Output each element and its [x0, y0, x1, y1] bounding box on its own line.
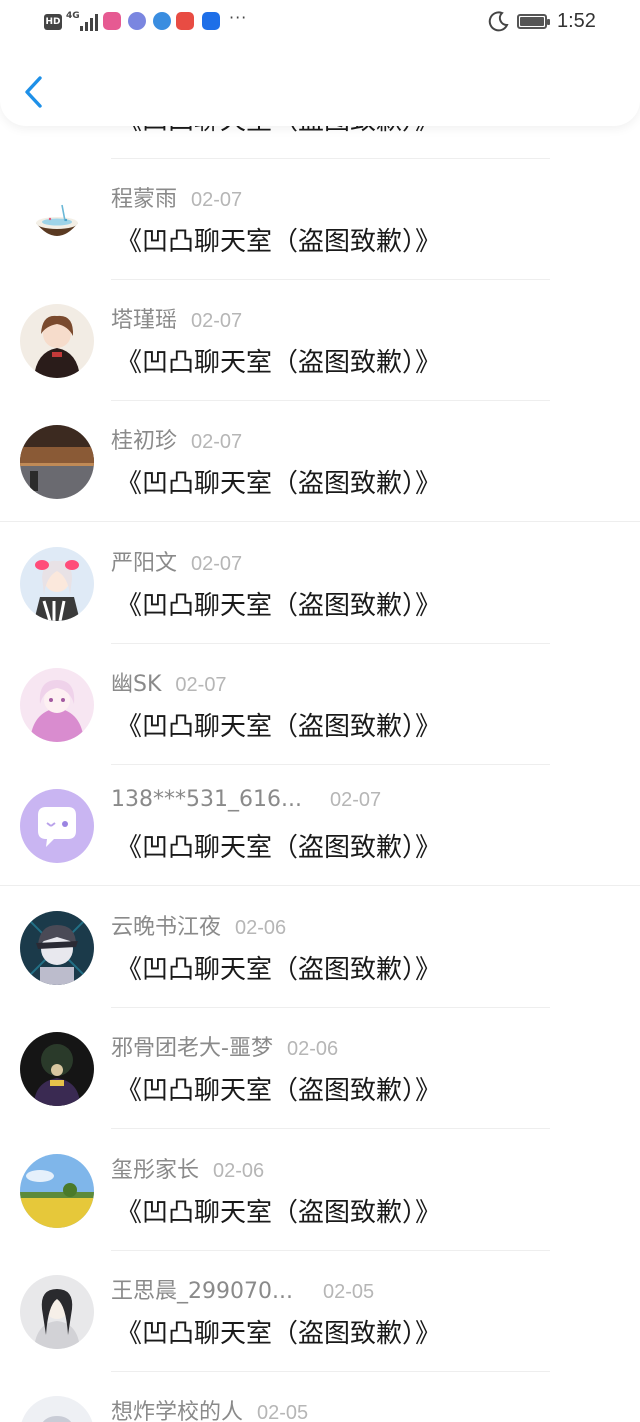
header-bar: HD 4G ··· 1:52: [0, 0, 640, 126]
username[interactable]: 幽SK: [111, 672, 161, 697]
moon-icon: [488, 11, 509, 32]
message-text: 《凹凸聊天室（盗图致歉）》: [116, 955, 442, 985]
name-row: 程蒙雨 02-07: [111, 181, 242, 213]
username[interactable]: 桂初珍: [111, 429, 177, 454]
message-text: 《凹凸聊天室（盗图致歉）》: [116, 348, 442, 378]
avatar[interactable]: [20, 183, 94, 257]
status-bar: HD 4G ··· 1:52: [0, 0, 640, 46]
more-notifications-icon: ···: [229, 8, 248, 27]
message-text: 《凹凸聊天室（盗图致歉）》: [116, 469, 442, 499]
username[interactable]: 云晚书江夜: [111, 915, 221, 940]
timestamp: 02-06: [235, 917, 287, 939]
username[interactable]: 严阳文: [111, 551, 177, 576]
username[interactable]: 玺彤家长: [111, 1158, 199, 1183]
lightbulb-app-icon: [202, 12, 220, 30]
message-text: 《凹凸聊天室（盗图致歉）》: [116, 1198, 442, 1228]
name-row: 王思晨_299070... 02-05: [111, 1273, 374, 1305]
list-item[interactable]: 云晚书江夜 02-06 《凹凸聊天室（盗图致歉）》: [0, 887, 640, 1008]
message-text: 《凹凸聊天室（盗图致歉）》: [116, 833, 442, 863]
avatar[interactable]: [20, 1154, 94, 1228]
avatar[interactable]: [20, 547, 94, 621]
shopping-app-icon: [176, 12, 194, 30]
avatar[interactable]: [20, 425, 94, 499]
avatar[interactable]: [20, 304, 94, 378]
username[interactable]: 138***531_616...: [111, 787, 302, 812]
list-item[interactable]: 邪骨团老大-噩梦 02-06 《凹凸聊天室（盗图致歉）》: [0, 1008, 640, 1129]
back-arrow-icon[interactable]: [18, 70, 54, 114]
list-item[interactable]: 138***531_616... 02-07 《凹凸聊天室（盗图致歉）》: [0, 765, 640, 886]
username[interactable]: 想炸学校的人: [111, 1400, 243, 1422]
avatar[interactable]: [20, 789, 94, 863]
divider: [0, 521, 640, 522]
list-item[interactable]: 桂初珍 02-07 《凹凸聊天室（盗图致歉）》: [0, 401, 640, 522]
name-row: 桂初珍 02-07: [111, 423, 242, 455]
timestamp: 02-07: [175, 674, 227, 696]
timestamp: 02-07: [191, 553, 243, 575]
username[interactable]: 邪骨团老大-噩梦: [111, 1036, 273, 1061]
timestamp: 02-07: [329, 789, 382, 811]
list-item[interactable]: 严阳文 02-07 《凹凸聊天室（盗图致歉）》: [0, 523, 640, 644]
message-text: 《凹凸聊天室（盗图致歉）》: [116, 227, 442, 257]
message-text: 《凹凸聊天室（盗图致歉）》: [116, 712, 442, 742]
name-row: 邪骨团老大-噩梦 02-06: [111, 1030, 338, 1062]
username[interactable]: 王思晨_299070...: [111, 1279, 293, 1304]
timestamp: 02-05: [322, 1281, 375, 1303]
list-item[interactable]: 玺彤家长 02-06 《凹凸聊天室（盗图致歉）》: [0, 1130, 640, 1251]
signal-icon: [78, 13, 98, 31]
name-row: 云晚书江夜 02-06: [111, 909, 286, 941]
notification-app-icon: [103, 12, 121, 30]
divider: [0, 885, 640, 886]
timestamp: 02-06: [286, 1038, 339, 1060]
battery-icon: [517, 14, 550, 29]
screen: 《凹凸聊天室（盗图致歉）》 程蒙雨 02-07 《凹凸聊天室（盗图致歉）》: [0, 0, 640, 1422]
message-text: 《凹凸聊天室（盗图致歉）》: [116, 591, 442, 621]
avatar[interactable]: [20, 668, 94, 742]
timestamp: 02-07: [191, 431, 243, 453]
timestamp: 02-07: [191, 189, 243, 211]
browser-app-icon: [153, 12, 171, 30]
name-row: 138***531_616... 02-07: [111, 787, 381, 819]
avatar[interactable]: [20, 1032, 94, 1106]
timestamp: 02-06: [213, 1160, 265, 1182]
name-row: 严阳文 02-07: [111, 545, 242, 577]
list-item[interactable]: 王思晨_299070... 02-05 《凹凸聊天室（盗图致歉）》: [0, 1251, 640, 1372]
timestamp: 02-07: [191, 310, 243, 332]
list-item[interactable]: 幽SK 02-07 《凹凸聊天室（盗图致歉）》: [0, 644, 640, 765]
avatar[interactable]: [20, 911, 94, 985]
music-app-icon: [128, 12, 146, 30]
username[interactable]: 塔瑾瑶: [111, 308, 177, 333]
list-item[interactable]: 想炸学校的人 02-05: [0, 1372, 640, 1422]
name-row: 塔瑾瑶 02-07: [111, 302, 242, 334]
timestamp: 02-05: [257, 1402, 309, 1422]
name-row: 玺彤家长 02-06: [111, 1152, 264, 1184]
avatar[interactable]: [20, 1275, 94, 1349]
username[interactable]: 程蒙雨: [111, 187, 177, 212]
avatar[interactable]: [20, 1396, 94, 1422]
hd-badge: HD: [44, 14, 62, 30]
name-row: 幽SK 02-07: [111, 666, 227, 698]
list-item[interactable]: 程蒙雨 02-07 《凹凸聊天室（盗图致歉）》: [0, 159, 640, 280]
message-text: 《凹凸聊天室（盗图致歉）》: [116, 1076, 442, 1106]
message-text: 《凹凸聊天室（盗图致歉）》: [116, 1319, 442, 1349]
name-row: 想炸学校的人 02-05: [111, 1394, 308, 1422]
divider: [111, 1128, 550, 1129]
list-item[interactable]: 塔瑾瑶 02-07 《凹凸聊天室（盗图致歉）》: [0, 280, 640, 401]
status-time: 1:52: [557, 10, 596, 32]
